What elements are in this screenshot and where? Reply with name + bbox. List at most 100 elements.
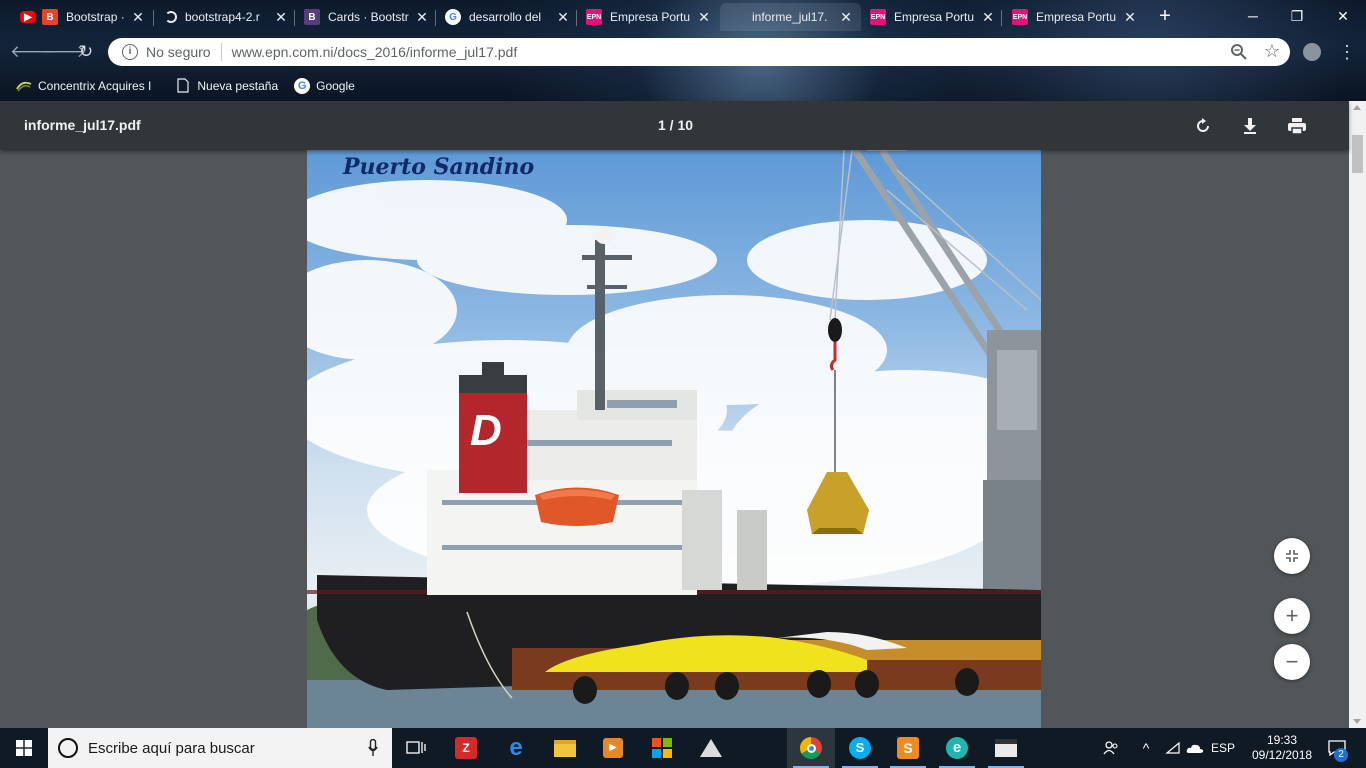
edge-icon: e <box>509 734 523 761</box>
scroll-thumb[interactable] <box>1352 135 1363 173</box>
rotate-icon[interactable] <box>1191 114 1215 138</box>
new-tab-button[interactable]: + <box>1155 5 1175 27</box>
address-bar[interactable]: i No seguro www.epn.com.ni/docs_2016/inf… <box>108 38 1290 66</box>
tab-empresa-portuaria-2[interactable]: EPN Empresa Portu ✕ <box>862 3 1003 31</box>
taskbar-file-explorer[interactable] <box>541 728 589 768</box>
close-window-button[interactable]: ✕ <box>1320 5 1366 27</box>
tab-desarrollo[interactable]: G desarrollo del ✕ <box>437 3 578 31</box>
profile-avatar-icon[interactable] <box>1303 43 1321 61</box>
search-placeholder: Escribe aquí para buscar <box>88 739 255 757</box>
tab-divider <box>294 10 295 26</box>
tab-empresa-portuaria-1[interactable]: EPN Empresa Portu ✕ <box>578 3 719 31</box>
chrome-icon <box>800 737 822 759</box>
input-language[interactable]: ESP <box>1208 728 1238 768</box>
clock-date: 09/12/2018 <box>1252 748 1313 762</box>
reload-button[interactable]: ↻ <box>74 41 98 63</box>
tab-divider <box>153 10 154 26</box>
print-icon[interactable] <box>1285 114 1309 138</box>
browser-toolbar: 🡐 🡒 ↻ i No seguro www.epn.com.ni/docs_20… <box>0 34 1366 70</box>
close-tab-icon[interactable]: ✕ <box>981 9 995 26</box>
notification-count-badge: 2 <box>1334 748 1348 762</box>
taskbar-search-box[interactable]: Escribe aquí para buscar <box>48 728 392 768</box>
taskbar-media-player[interactable]: ▶ <box>589 728 637 768</box>
cortana-icon <box>58 738 78 758</box>
store-icon <box>652 738 672 758</box>
taskbar-store[interactable] <box>638 728 686 768</box>
pdf-page: D Puerto Sandino <box>307 150 1041 728</box>
loading-icon <box>165 11 177 23</box>
back-button[interactable]: 🡐 <box>10 41 56 63</box>
show-hidden-icons-icon[interactable]: ^ <box>1136 728 1156 768</box>
zoom-out-button[interactable]: − <box>1274 644 1310 680</box>
zoom-icon[interactable] <box>1230 43 1248 61</box>
bootstrap-b-icon: B <box>42 9 58 25</box>
taskbar-sublime[interactable]: S <box>884 728 932 768</box>
security-label: No seguro <box>146 44 211 60</box>
bookmark-concentrix[interactable]: Concentrix Acquires I <box>16 78 151 94</box>
url-text[interactable]: www.epn.com.ni/docs_2016/informe_jul17.p… <box>232 44 518 60</box>
sublime-text-icon: S <box>897 737 919 759</box>
bookmark-nueva-pestana[interactable]: Nueva pestaña <box>175 78 278 94</box>
tab-divider <box>576 10 577 26</box>
pdf-toolbar: informe_jul17.pdf 1 / 10 <box>0 101 1349 150</box>
system-clock[interactable]: 19:33 09/12/2018 <box>1252 733 1312 763</box>
media-player-icon: ▶ <box>603 738 623 758</box>
taskbar-edge[interactable]: e <box>492 728 540 768</box>
tab-title: informe_jul17. <box>752 10 828 24</box>
bookmark-google[interactable]: G Google <box>294 77 355 94</box>
tab-divider <box>1001 10 1002 26</box>
zoom-in-button[interactable]: + <box>1274 598 1310 634</box>
vertical-scrollbar[interactable] <box>1349 101 1366 728</box>
tab-bootstrap4[interactable]: bootstrap4-2.r ✕ <box>155 3 296 31</box>
tab-title: Empresa Portu <box>894 10 975 24</box>
bookmark-label: Google <box>316 78 355 93</box>
close-tab-icon[interactable]: ✕ <box>131 9 145 26</box>
task-view-button[interactable] <box>392 728 440 768</box>
close-tab-icon[interactable]: ✕ <box>415 9 429 26</box>
people-icon[interactable] <box>1098 728 1124 768</box>
info-icon[interactable]: i <box>122 44 138 60</box>
page-icon <box>175 78 191 94</box>
network-icon[interactable] <box>1162 728 1184 768</box>
microphone-icon[interactable] <box>368 739 378 757</box>
close-tab-icon[interactable]: ✕ <box>556 9 570 26</box>
scroll-down-icon[interactable] <box>1353 719 1361 724</box>
close-tab-icon[interactable]: ✕ <box>839 9 853 26</box>
taskbar-clapper[interactable] <box>982 728 1030 768</box>
taskbar-chrome[interactable] <box>787 728 835 768</box>
download-icon[interactable] <box>1238 114 1262 138</box>
onedrive-cloud-icon[interactable] <box>1184 728 1206 768</box>
tab-divider <box>435 10 436 26</box>
epn-icon: EPN <box>870 9 886 25</box>
close-tab-icon[interactable]: ✕ <box>1123 9 1137 26</box>
close-tab-icon[interactable]: ✕ <box>274 9 288 26</box>
bookmark-star-icon[interactable]: ☆ <box>1264 41 1280 62</box>
taskbar-app-red[interactable]: Z <box>442 728 490 768</box>
restore-button[interactable]: ❐ <box>1274 5 1320 27</box>
chrome-menu-icon[interactable]: ⋮ <box>1338 41 1356 63</box>
skype-icon: S <box>849 737 871 759</box>
taskbar-inkscape[interactable] <box>687 728 735 768</box>
close-tab-icon[interactable]: ✕ <box>697 9 711 26</box>
bookmark-label: Nueva pestaña <box>197 78 279 93</box>
tab-informe-pdf[interactable]: informe_jul17. ✕ <box>720 3 861 31</box>
windows-logo-icon <box>16 740 32 756</box>
tab-empresa-portuaria-3[interactable]: EPN Empresa Portu ✕ <box>1004 3 1145 31</box>
svg-text:D: D <box>470 406 502 455</box>
app-red-icon: Z <box>455 737 477 759</box>
epn-icon: EPN <box>1012 9 1028 25</box>
taskbar-skype[interactable]: S <box>836 728 884 768</box>
harbor-photo: D <box>307 150 1041 728</box>
windows-start-button[interactable] <box>0 728 48 768</box>
pdf-filename: informe_jul17.pdf <box>24 117 141 133</box>
tab-cards-bootstrap[interactable]: B Cards · Bootstr ✕ <box>296 3 437 31</box>
fit-to-page-button[interactable] <box>1274 538 1310 574</box>
minimize-button[interactable]: ─ <box>1230 5 1276 27</box>
tab-bootstrap-youtube[interactable]: ▶ B Bootstrap · ✕ <box>12 3 153 31</box>
forward-button[interactable]: 🡒 <box>41 41 87 63</box>
page-caption: Puerto Sandino <box>343 154 535 180</box>
tab-title: bootstrap4-2.r <box>185 10 260 24</box>
taskbar-ie[interactable]: e <box>933 728 981 768</box>
fit-page-icon <box>1286 550 1298 562</box>
scroll-up-icon[interactable] <box>1353 105 1361 110</box>
